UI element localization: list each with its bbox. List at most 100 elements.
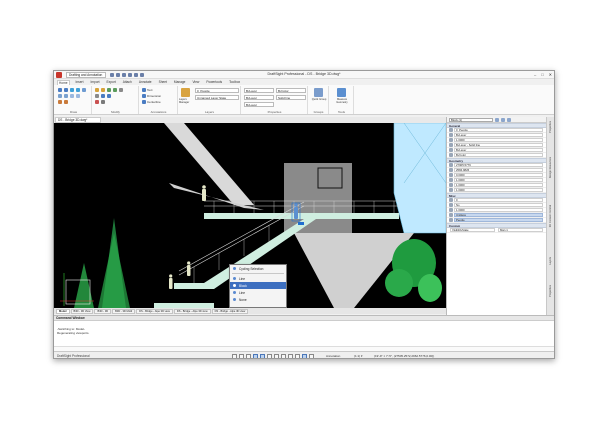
annotation-scale-label[interactable]: Annotation <box>326 354 340 358</box>
lineweight-toggle-icon[interactable] <box>274 354 279 358</box>
dynamic-input-icon[interactable] <box>288 354 293 358</box>
text-button[interactable]: Text <box>147 88 153 92</box>
tab-import[interactable]: Import <box>90 80 101 84</box>
tab-insert[interactable]: Insert <box>75 80 85 84</box>
layout-tab[interactable]: DS - Bridge - Alpe 3D view <box>211 308 249 314</box>
line-icon[interactable] <box>58 88 62 92</box>
prop-value[interactable]: 2584.9826 <box>454 168 543 172</box>
linestyle-select[interactable]: Solid line <box>276 95 306 100</box>
block-icon[interactable] <box>64 100 68 104</box>
move-icon[interactable] <box>95 88 99 92</box>
rotate-icon[interactable] <box>107 88 111 92</box>
layout-tab-model[interactable]: Model <box>56 308 70 314</box>
prop-value[interactable]: 1.0000 <box>454 188 543 192</box>
circle-icon[interactable] <box>70 88 74 92</box>
layout-tab[interactable]: B3D - 3D <box>94 308 112 314</box>
extend-icon[interactable] <box>101 94 105 98</box>
minimize-button[interactable]: – <box>534 72 536 77</box>
layout-tab[interactable]: DS - Bridge - Alpe 3D view <box>136 308 173 314</box>
selection-cycling-icon[interactable] <box>302 354 307 358</box>
snap-icon[interactable] <box>232 354 237 358</box>
offset-icon[interactable] <box>107 94 111 98</box>
centerline-icon[interactable] <box>142 100 146 104</box>
mirror-icon[interactable] <box>113 88 117 92</box>
select-objects-icon[interactable] <box>501 117 505 122</box>
prop-value[interactable]: People <box>454 218 543 222</box>
prop-value[interactable]: ByLayer <box>454 148 543 152</box>
prop-value[interactable]: Unitless <box>454 213 543 217</box>
point-icon[interactable] <box>70 94 74 98</box>
selection-filter-select[interactable]: Block (1) <box>449 117 493 122</box>
toggle-pickadd-icon[interactable] <box>495 117 499 122</box>
prop-value[interactable]: 27905.5776 <box>454 163 543 167</box>
ellipse-icon[interactable] <box>76 94 80 98</box>
prop-value[interactable]: ByLayer <box>454 133 543 137</box>
rectangle-icon[interactable] <box>82 88 86 92</box>
copy-icon[interactable] <box>101 88 105 92</box>
close-button[interactable]: ✕ <box>549 72 552 77</box>
menu-item-line-2[interactable]: Line <box>230 289 286 296</box>
scale-icon[interactable] <box>119 88 123 92</box>
polyline-icon[interactable] <box>64 88 68 92</box>
quick-group-button[interactable]: Quick Group <box>310 98 328 101</box>
tab-powertools[interactable]: Powertools <box>205 80 223 84</box>
measure-geometry-icon[interactable] <box>337 88 346 97</box>
centerline-button[interactable]: Centerline <box>147 100 161 104</box>
trim-icon[interactable] <box>95 94 99 98</box>
prop-value[interactable]: 1.0000 <box>454 178 543 182</box>
side-tab-design-resources[interactable]: Design Resources <box>549 157 552 178</box>
layout-tab[interactable]: B3D - 3D Mold <box>112 308 136 314</box>
prop-value[interactable]: ByColor <box>454 153 543 157</box>
tab-home[interactable]: Home <box>57 79 70 85</box>
3d-snap-icon[interactable] <box>309 354 314 358</box>
tab-manage[interactable]: Manage <box>173 80 187 84</box>
menu-item-none[interactable]: None <box>230 296 286 303</box>
tab-view[interactable]: View <box>191 80 200 84</box>
side-tab-properties-2[interactable]: Properties <box>549 285 552 297</box>
prop-value[interactable]: ByLayer - Solid line <box>454 143 543 147</box>
prop-value[interactable]: 1.0000 <box>454 208 543 212</box>
dimension-button[interactable]: Dimension <box>147 94 161 98</box>
delete-icon[interactable] <box>95 100 99 104</box>
custom-prop-value[interactable]: Man 1 <box>498 228 543 232</box>
layout-tab[interactable]: B3D - 3D View <box>70 308 94 314</box>
etrack-icon[interactable] <box>267 354 272 358</box>
grid-icon[interactable] <box>239 354 244 358</box>
prop-value[interactable]: 0.0000 <box>454 173 543 177</box>
side-tab-3d-content-central[interactable]: 3D Content Central <box>549 205 552 227</box>
prop-value[interactable]: 0 <box>454 198 543 202</box>
layout-tab[interactable]: DS - Bridge - Alpe 3D view <box>173 308 211 314</box>
color-select[interactable]: ByLayer <box>244 88 274 93</box>
tab-attach[interactable]: Attach <box>122 80 133 84</box>
tab-export[interactable]: Export <box>106 80 117 84</box>
quick-group-icon[interactable] <box>314 88 323 97</box>
measure-geometry-button[interactable]: Measure Geometry <box>331 98 353 104</box>
annotation-scale-select[interactable]: (1:1) ▾ <box>354 354 363 358</box>
table-icon[interactable] <box>58 100 62 104</box>
layer-select[interactable]: 0_People <box>195 88 239 93</box>
tab-sheet[interactable]: Sheet <box>158 80 168 84</box>
menu-item-block[interactable]: Block <box>230 282 286 289</box>
ortho-icon[interactable] <box>246 354 251 358</box>
color-alt-select[interactable]: ByColor <box>276 88 306 93</box>
hatch-icon[interactable] <box>58 94 62 98</box>
tab-annotate[interactable]: Annotate <box>138 80 153 84</box>
lineweight-select[interactable]: ByLayer <box>244 102 274 107</box>
dimension-icon[interactable] <box>142 94 146 98</box>
esnap-icon[interactable] <box>260 354 265 358</box>
layer-state-select[interactable]: Unnamed Layer State <box>195 95 239 100</box>
text-icon[interactable] <box>142 88 146 92</box>
explode-icon[interactable] <box>101 100 105 104</box>
layers-manager-button[interactable]: Layers Manager <box>179 98 193 104</box>
maximize-button[interactable]: □ <box>541 72 543 77</box>
tab-toolbox[interactable]: Toolbox <box>228 80 241 84</box>
drawing-canvas[interactable]: Cycling Selection Line Block Line None <box>54 123 446 308</box>
prop-value[interactable]: 1.0000 <box>454 138 543 142</box>
side-tab-layers[interactable]: Layers <box>549 257 552 265</box>
polar-icon[interactable] <box>253 354 258 358</box>
layers-manager-icon[interactable] <box>181 88 190 97</box>
prop-value[interactable]: 1.0000 <box>454 183 543 187</box>
quick-select-icon[interactable] <box>507 117 511 122</box>
side-tab-properties[interactable]: Properties <box>549 121 552 133</box>
quick-input-icon[interactable] <box>295 354 300 358</box>
